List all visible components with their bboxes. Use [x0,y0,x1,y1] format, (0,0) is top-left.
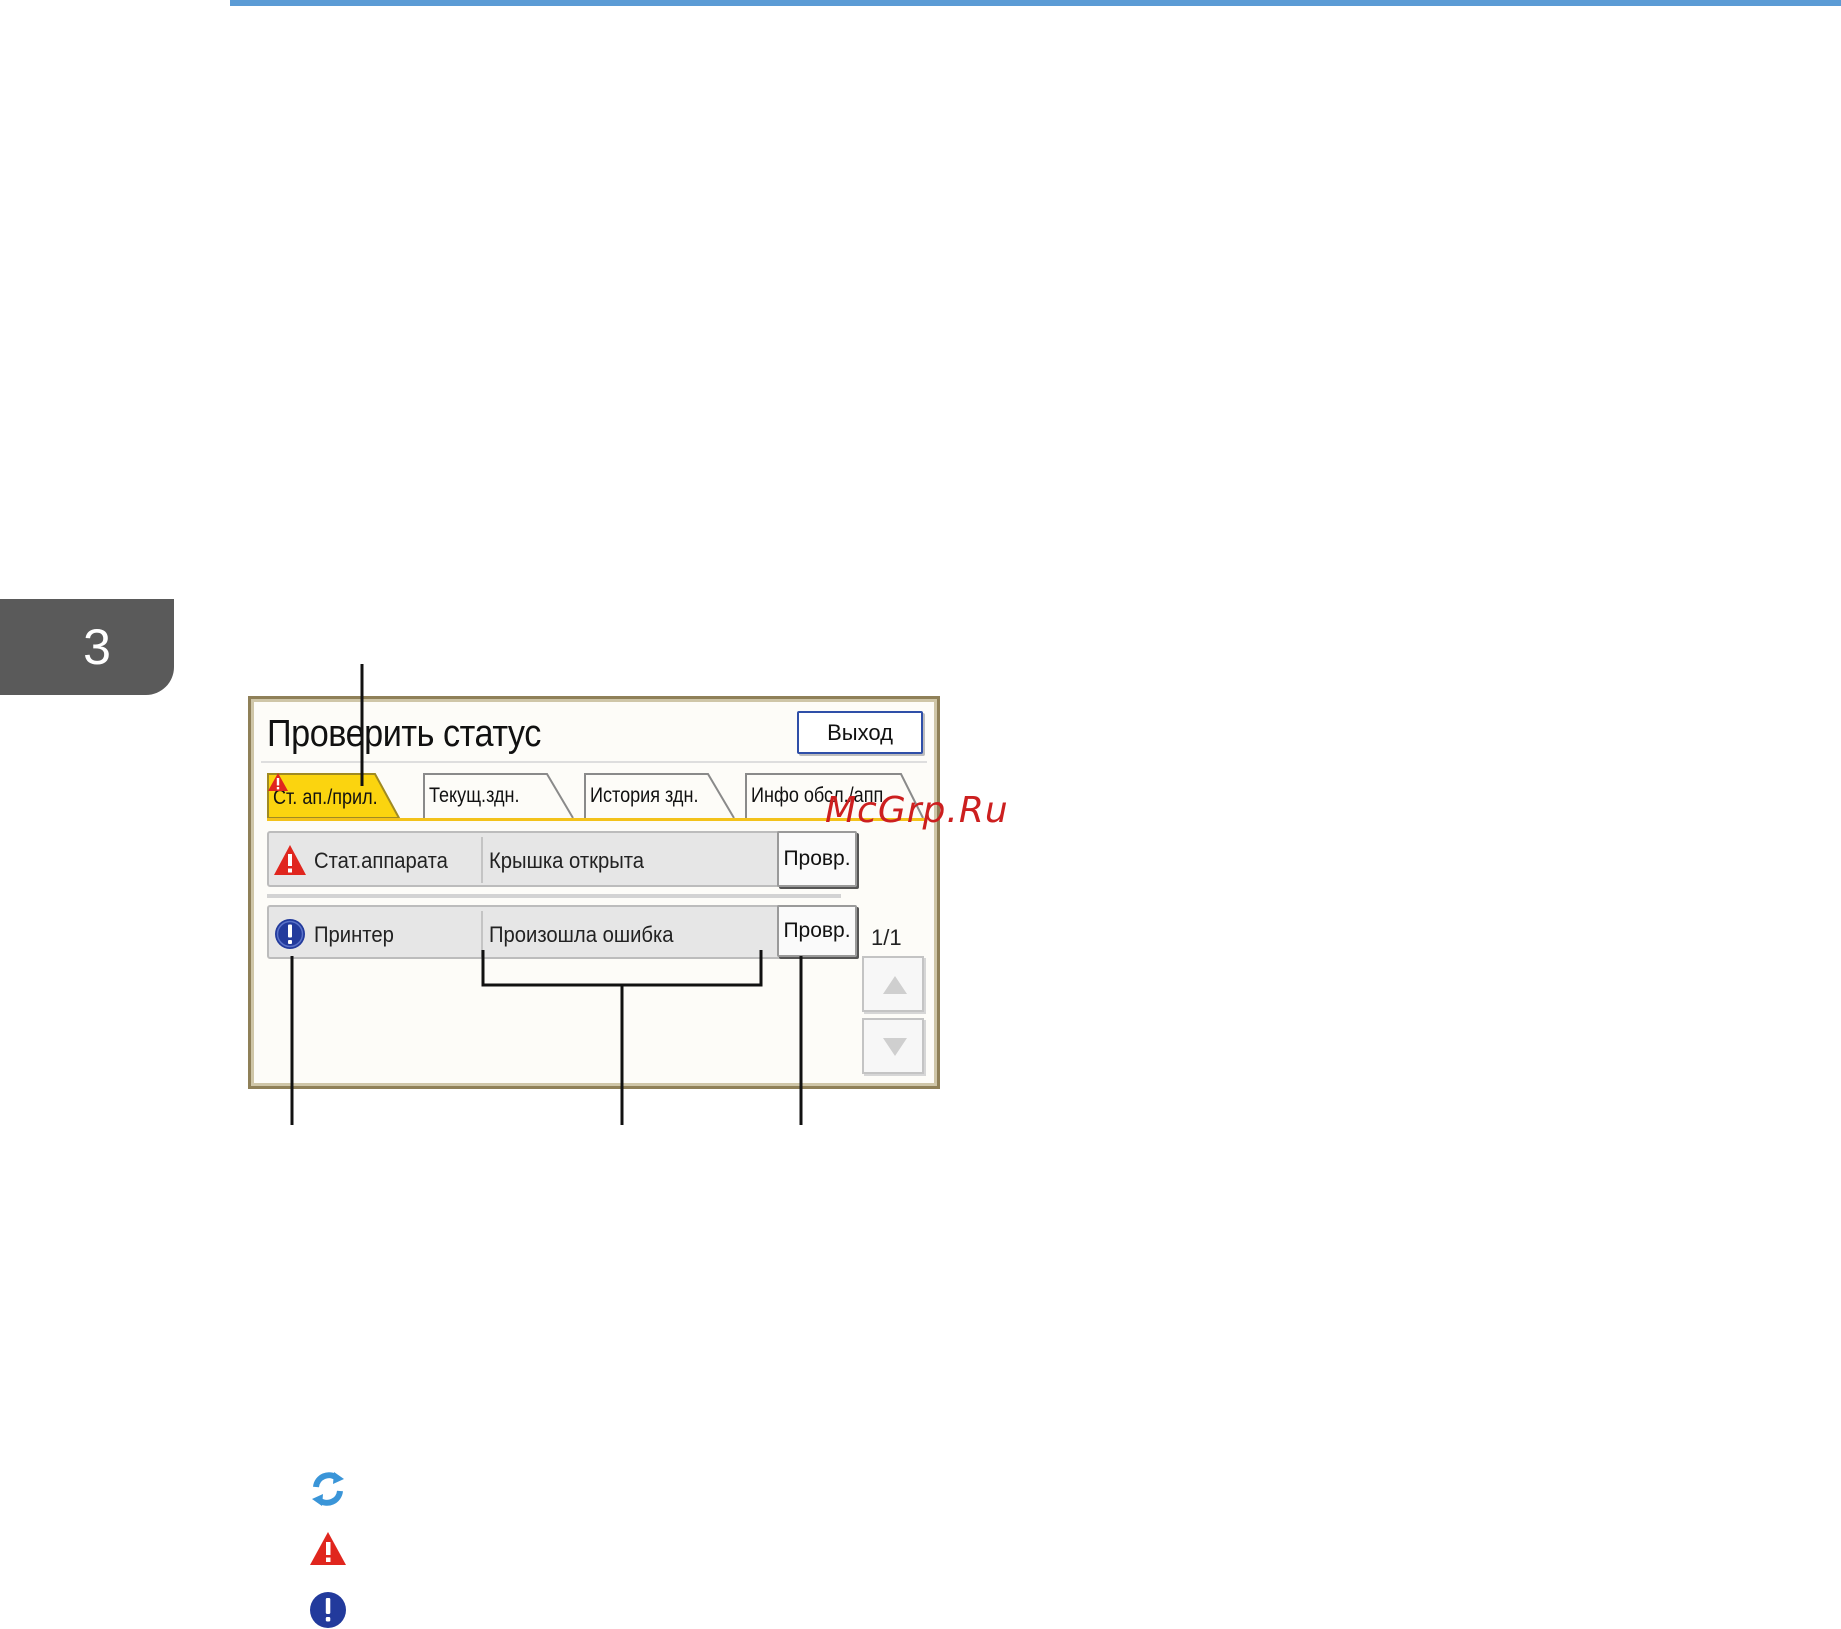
watermark-text: McGrp.Ru [825,790,1009,831]
callout-bracket-message [481,950,763,987]
warning-icon [310,1532,346,1565]
refresh-icon [312,1472,344,1506]
info-icon [310,1592,346,1628]
